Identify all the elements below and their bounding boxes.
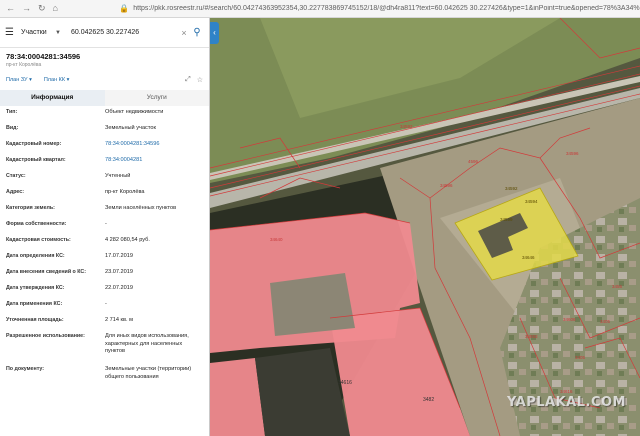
row-kind: Вид: Земельный участок [6, 125, 203, 141]
row-apply-date: Дата применения КС: - [6, 301, 203, 317]
row-key: Кадастровая стоимость: [6, 237, 71, 243]
row-approval-date: Дата утверждения КС: 22.07.2019 [6, 285, 203, 301]
map-label-34606: 34606 [563, 317, 576, 322]
reload-icon[interactable]: ↻ [38, 4, 46, 13]
cadastral-quarter-link[interactable]: 78:34:0004281 [105, 157, 203, 173]
map-label-34616a: 34616 [338, 380, 352, 386]
tab-info[interactable]: Информация [0, 90, 105, 106]
map-label-34596a: 34596 [566, 151, 579, 156]
map-label-34594: 34594 [525, 199, 538, 204]
row-key: Адрес: [6, 189, 25, 195]
row-value: - [105, 301, 107, 307]
plan-kk-link[interactable]: План КК ▾ [44, 77, 70, 83]
map-label-34592b: 34592 [400, 124, 413, 129]
map-label-34599: 34599 [500, 217, 513, 222]
row-key: Вид: [6, 125, 19, 131]
map-label-34640: 34640 [270, 237, 283, 242]
map-label-3482: 3482 [423, 397, 434, 403]
row-value: 17.07.2019 [105, 253, 133, 259]
row-by-document: По документу: Земельные участки (террито… [6, 366, 203, 390]
watermark: YAPLAKAL.COM [507, 395, 626, 410]
map-label-34592: 34592 [505, 186, 518, 191]
url-host: https://pkk.rosreestr.ru [133, 5, 203, 12]
row-value: Учтенный [105, 173, 131, 179]
object-actions: ⤢ ☆ [185, 76, 203, 84]
row-key: Статус: [6, 173, 26, 179]
row-value: Земельный участок [105, 125, 156, 131]
info-panel: ☰ Участки ▼ × ⚲ 78:34:0004281:34596 пр-к… [0, 18, 210, 436]
row-key: Дата внесения сведений о КС: [6, 269, 87, 275]
row-area: Уточненная площадь: 2 714 кв. м [6, 317, 203, 333]
row-type: Тип: Объект недвижимости [6, 109, 203, 125]
zoom-to-icon[interactable]: ⤢ [185, 76, 191, 84]
browser-nav: ← → ↻ ⌂ [0, 4, 119, 13]
row-value: Объект недвижимости [105, 109, 164, 115]
cadastral-number-link[interactable]: 78:34:0004281:34596 [105, 141, 203, 157]
row-value: 22.07.2019 [105, 285, 133, 291]
map-label-34596b: 34596 [440, 183, 453, 188]
row-value: 23.07.2019 [105, 269, 133, 275]
row-value: 4 282 080,54 руб. [105, 237, 150, 243]
search-scope[interactable]: Участки [21, 29, 55, 36]
row-key: Категория земель: [6, 205, 55, 211]
row-key: Уточненная площадь: [6, 317, 64, 323]
back-icon[interactable]: ← [6, 4, 15, 13]
map-label-34616b: 34616 [560, 389, 573, 394]
row-status: Статус: Учтенный [6, 173, 203, 189]
plan-zu-link[interactable]: План ЗУ ▾ [6, 77, 32, 83]
browser-address-bar: ← → ↻ ⌂ 🔒 https://pkk.rosreestr.ru/#/sea… [0, 0, 640, 18]
info-tabs: Информация Услуги [0, 90, 209, 106]
object-header: 78:34:0004281:34596 пр-кт Королёва [0, 48, 209, 68]
plan-links: План ЗУ ▾ План КК ▾ ⤢ ☆ [0, 68, 209, 88]
row-key: Кадастровый квартал: [6, 157, 66, 163]
row-address: Адрес: пр-кт Королёва [6, 189, 203, 205]
map-label-3456: 3456 [612, 284, 623, 289]
row-value: - [105, 221, 107, 227]
row-cadastral-quarter: Кадастровый квартал: 78:34:0004281 [6, 157, 203, 173]
row-value: пр-кт Королёва [105, 189, 145, 195]
object-title: 78:34:0004281:34596 [6, 52, 81, 61]
row-cadastral-value: Кадастровая стоимость: 4 282 080,54 руб. [6, 237, 203, 253]
row-key: Тип: [6, 109, 18, 115]
row-key: Дата утверждения КС: [6, 285, 65, 291]
close-icon[interactable]: × [178, 28, 190, 38]
collapse-panel-button[interactable]: ‹ [210, 22, 219, 44]
row-key: Дата определения КС: [6, 253, 65, 259]
url-path: /#/search/60.04274363952354,30.227783869… [202, 5, 640, 12]
row-permitted-use: Разрешенное использование: Для иных видо… [6, 333, 203, 366]
row-value: Земли населённых пунктов [105, 205, 177, 211]
row-key: Дата применения КС: [6, 301, 63, 307]
lock-icon: 🔒 [119, 4, 130, 13]
row-cadastral-number: Кадастровый номер: 78:34:0004281:34596 [6, 141, 203, 157]
map-label-34646: 34646 [522, 255, 535, 260]
row-key: Разрешенное использование: [6, 333, 85, 339]
search-bar: ☰ Участки ▼ × ⚲ [0, 18, 209, 48]
row-value: 2 714 кв. м [105, 317, 133, 323]
row-value: Для иных видов использования, характерны… [105, 333, 189, 355]
row-land-category: Категория земель: Земли населённых пункт… [6, 205, 203, 221]
chevron-down-icon[interactable]: ▼ [55, 30, 71, 36]
attributes-list: Тип: Объект недвижимости Вид: Земельный … [0, 106, 209, 393]
map-label-3405a: 3405 [575, 355, 586, 360]
search-input[interactable] [71, 24, 178, 41]
tab-services[interactable]: Услуги [104, 90, 209, 106]
row-key: Форма собственности: [6, 221, 67, 227]
row-ownership: Форма собственности: - [6, 221, 203, 237]
map-label-34593: 34593 [525, 334, 538, 339]
forward-icon[interactable]: → [22, 4, 31, 13]
map-label-4596: 4596 [468, 159, 479, 164]
row-value-date: Дата определения КС: 17.07.2019 [6, 253, 203, 269]
search-icon[interactable]: ⚲ [190, 27, 204, 38]
row-key: По документу: [6, 366, 45, 372]
star-icon[interactable]: ☆ [197, 76, 203, 84]
map-label-3405b: 3405 [600, 319, 611, 324]
url-field[interactable]: https://pkk.rosreestr.ru/#/search/60.042… [133, 5, 640, 12]
row-entry-date: Дата внесения сведений о КС: 23.07.2019 [6, 269, 203, 285]
row-key: Кадастровый номер: [6, 141, 62, 147]
home-icon[interactable]: ⌂ [53, 4, 58, 13]
menu-icon[interactable]: ☰ [5, 27, 21, 38]
row-value: Земельные участки (территории) общего по… [105, 366, 192, 380]
